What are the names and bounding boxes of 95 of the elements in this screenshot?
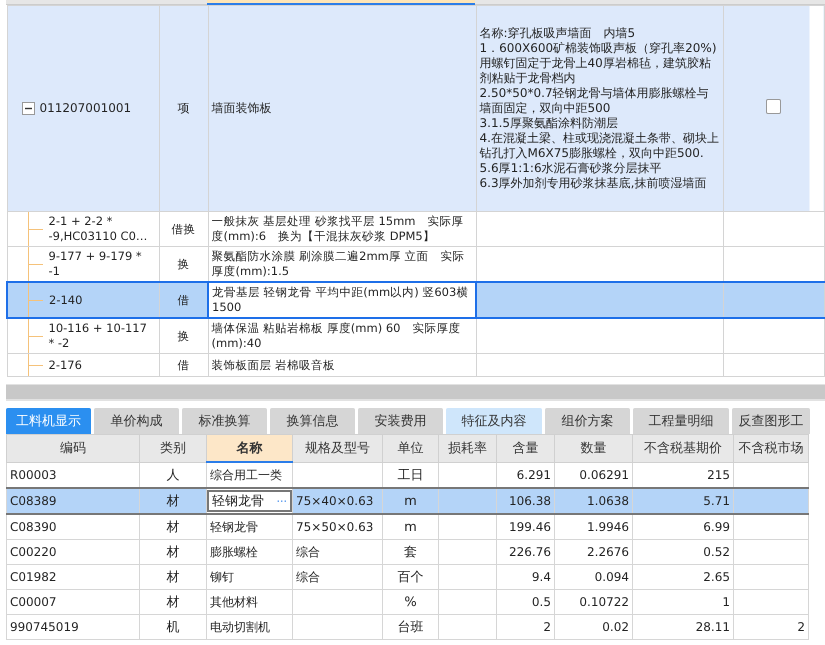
tab[interactable]: 标准换算 [182,408,267,434]
item-name: 墙面装饰板 [208,6,476,212]
table-cell: 机 [166,620,180,635]
table-cell: 0.094 [594,570,629,584]
item-code: 2-140 [49,292,84,308]
table-cell: 6.291 [516,468,551,482]
table-cell: 1.0638 [587,494,629,508]
table-cell: 电动切割机 [210,620,270,634]
column-header[interactable]: 类别 [140,434,206,462]
table-cell: 75×40×0.63 [296,494,374,508]
table-cell: 1 [722,595,730,609]
table-cell: 2 [797,620,805,634]
tab[interactable]: 特征及内容 [446,408,542,434]
collapse-icon[interactable] [22,102,34,115]
item-code: 9-177 + 9-179 * -1 [48,249,143,279]
table-cell: 2.2676 [587,545,629,559]
table-cell: 其他材料 [210,594,258,608]
table-cell: 199.46 [509,520,551,534]
table-cell: 226.76 [509,545,551,559]
column-header[interactable]: 名称 [206,434,292,462]
table-cell: 0.52 [703,545,730,559]
tab[interactable]: 安装费用 [358,408,443,434]
table-cell: C00007 [10,595,57,609]
item-type: 换 [159,318,208,354]
table-cell: 1.9946 [587,520,629,534]
item-type: 借 [159,354,208,376]
table-cell: 综合用工一类 [210,468,282,482]
table-cell: 综合 [296,544,320,558]
table-cell: m [404,494,417,508]
name-edit-field[interactable]: 轻钢龙骨 ··· [207,490,292,512]
table-cell: C08389 [10,494,57,508]
column-header[interactable]: 编码 [6,434,140,462]
tree-line [28,212,42,246]
table-cell: m [404,520,417,534]
table-cell: 铆钉 [210,570,234,584]
item-name: 装饰板面层 岩棉吸音板 [208,354,476,376]
table-cell: 材 [166,595,180,610]
item-name: 墙体保温 粘贴岩棉板 厚度(mm) 60 实际厚度(mm):40 [208,318,476,354]
table-cell: 材 [166,570,180,585]
table-cell: 百个 [398,570,424,585]
table-cell: 75×50×0.63 [296,520,374,534]
table-cell: 工日 [398,468,424,483]
item-code: 011207001001 [40,101,132,116]
table-cell: 综合 [296,570,320,584]
tab[interactable]: 单价构成 [94,408,179,434]
table-cell: 2 [543,620,551,634]
item-code: 2-176 [48,358,83,372]
item-type: 项 [159,6,208,212]
table-cell: 5.71 [703,494,730,508]
table-cell: 215 [707,468,730,482]
checkbox[interactable] [766,99,782,114]
table-cell: 材 [166,520,180,535]
table-cell: 套 [404,545,417,560]
table-cell: 人 [166,468,180,483]
column-header[interactable]: 损耗率 [438,434,496,462]
table-cell: C01982 [10,570,57,584]
item-type: 借换 [159,212,208,246]
table-cell: C08390 [10,520,57,534]
table-cell: 材 [166,494,180,509]
column-header[interactable]: 单位 [382,434,438,462]
tab[interactable]: 组价方案 [545,408,630,434]
item-code: 2-1 + 2-2 * -9,HC03110 C0… [48,214,148,244]
column-header[interactable]: 不含税市场 [734,434,808,462]
tree-line [28,283,43,317]
table-cell: C00220 [10,545,57,559]
more-button[interactable]: ··· [276,494,287,508]
column-header[interactable]: 含量 [496,434,554,462]
column-header[interactable]: 不含税基期价 [632,434,734,462]
item-name: 一般抹灰 基层处理 砂浆找平层 15mm 实际厚度(mm):6 换为【干混抹灰砂浆 DPM5】 [208,212,476,246]
item-type: 借 [159,282,208,318]
table-cell: 106.38 [509,494,551,508]
column-header[interactable]: 数量 [554,434,632,462]
table-cell: 0.06291 [579,468,629,482]
tab[interactable]: 工程量明细 [633,408,729,434]
item-code: 10-116 + 10-117 * -2 [48,321,148,351]
table-cell: 0.02 [602,620,629,634]
tab[interactable]: 反查图形工 [732,408,810,434]
item-name: 龙骨基层 轻钢龙骨 平均中距(mm以内) 竖603横1500 [208,282,476,318]
table-cell: 28.11 [696,620,730,634]
table-cell: 膨胀螺栓 [210,544,258,558]
table-cell: 990745019 [10,620,79,634]
tab[interactable]: 换算信息 [270,408,355,434]
column-header[interactable]: 规格及型号 [292,434,382,462]
table-cell: 0.5 [532,595,551,609]
table-cell: 9.4 [532,570,551,584]
table-cell: 2.65 [703,570,730,584]
table-cell: R00003 [10,468,57,482]
table-cell: 台班 [398,620,424,635]
table-cell: % [404,594,417,610]
table-cell: 6.99 [703,520,730,534]
scrollbar[interactable] [6,384,825,401]
table-cell: 轻钢龙骨 [210,520,258,534]
table-cell: 材 [166,545,180,560]
item-features: 名称:穿孔板吸声墙面 内墙5 1．600X600矿棉装饰吸声板（穿孔率20%)用螺钉固定于龙骨上40厚岩棉毡，建筑胶粘剂粘贴于龙骨档内 2.50*50*0.7轻钢龙骨与墙体用膨胀螺栓与墙面固定，双向中距500 3.1.5厚聚氨酯涂料防潮层 4.在混凝土梁、柱或现浇混凝土条带、砌块上钻孔打入M6X75膨胀螺栓，双向中距500. 5.6厚1:1:6水泥石膏砂浆分层抹平 6.3厚外加剂专用砂浆抹基底,抹前喷湿墙面 [476,6,723,212]
table-cell: 0.10722 [579,595,629,609]
